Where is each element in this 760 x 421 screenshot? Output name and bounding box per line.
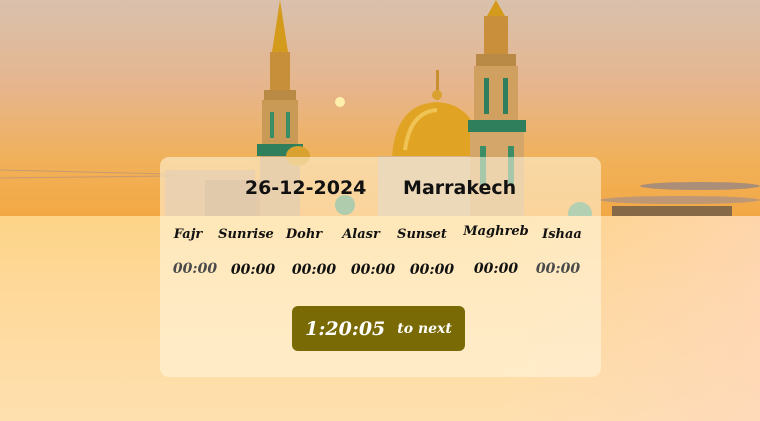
card-header: 26-12-2024 Marrakech bbox=[160, 177, 601, 199]
countdown-label: to next bbox=[397, 320, 452, 337]
prayer-names-row: Fajr Sunrise Dohr Alasr Sunset Maghreb I… bbox=[160, 224, 601, 247]
prayer-name-sunset: Sunset bbox=[397, 227, 447, 242]
prayer-name-fajr: Fajr bbox=[173, 227, 203, 242]
prayer-time-alasr: 00:00 bbox=[350, 262, 396, 278]
prayer-name-dohr: Dohr bbox=[285, 227, 323, 242]
prayer-time-sunrise: 00:00 bbox=[230, 262, 276, 278]
date-label: 26-12-2024 bbox=[244, 177, 367, 199]
prayer-times-row: 00:00 00:00 00:00 00:00 00:00 00:00 00:0… bbox=[160, 261, 601, 281]
prayer-name-sunrise: Sunrise bbox=[218, 227, 274, 242]
prayer-name-alasr: Alasr bbox=[342, 227, 380, 242]
prayer-name-ishaa: Ishaa bbox=[542, 227, 582, 242]
prayer-time-dohr: 00:00 bbox=[291, 262, 337, 278]
countdown-time: 1:20:05 bbox=[305, 317, 386, 340]
prayer-time-fajr: 00:00 bbox=[172, 261, 218, 277]
prayer-name-maghreb: Maghreb bbox=[463, 224, 529, 239]
prayer-times-card: 26-12-2024 Marrakech Fajr Sunrise Dohr A… bbox=[160, 157, 601, 377]
city-label: Marrakech bbox=[403, 177, 517, 199]
prayer-time-maghreb: 00:00 bbox=[473, 261, 519, 277]
countdown-badge: 1:20:05 to next bbox=[292, 306, 465, 351]
prayer-time-ishaa: 00:00 bbox=[535, 261, 581, 277]
prayer-time-sunset: 00:00 bbox=[409, 262, 455, 278]
